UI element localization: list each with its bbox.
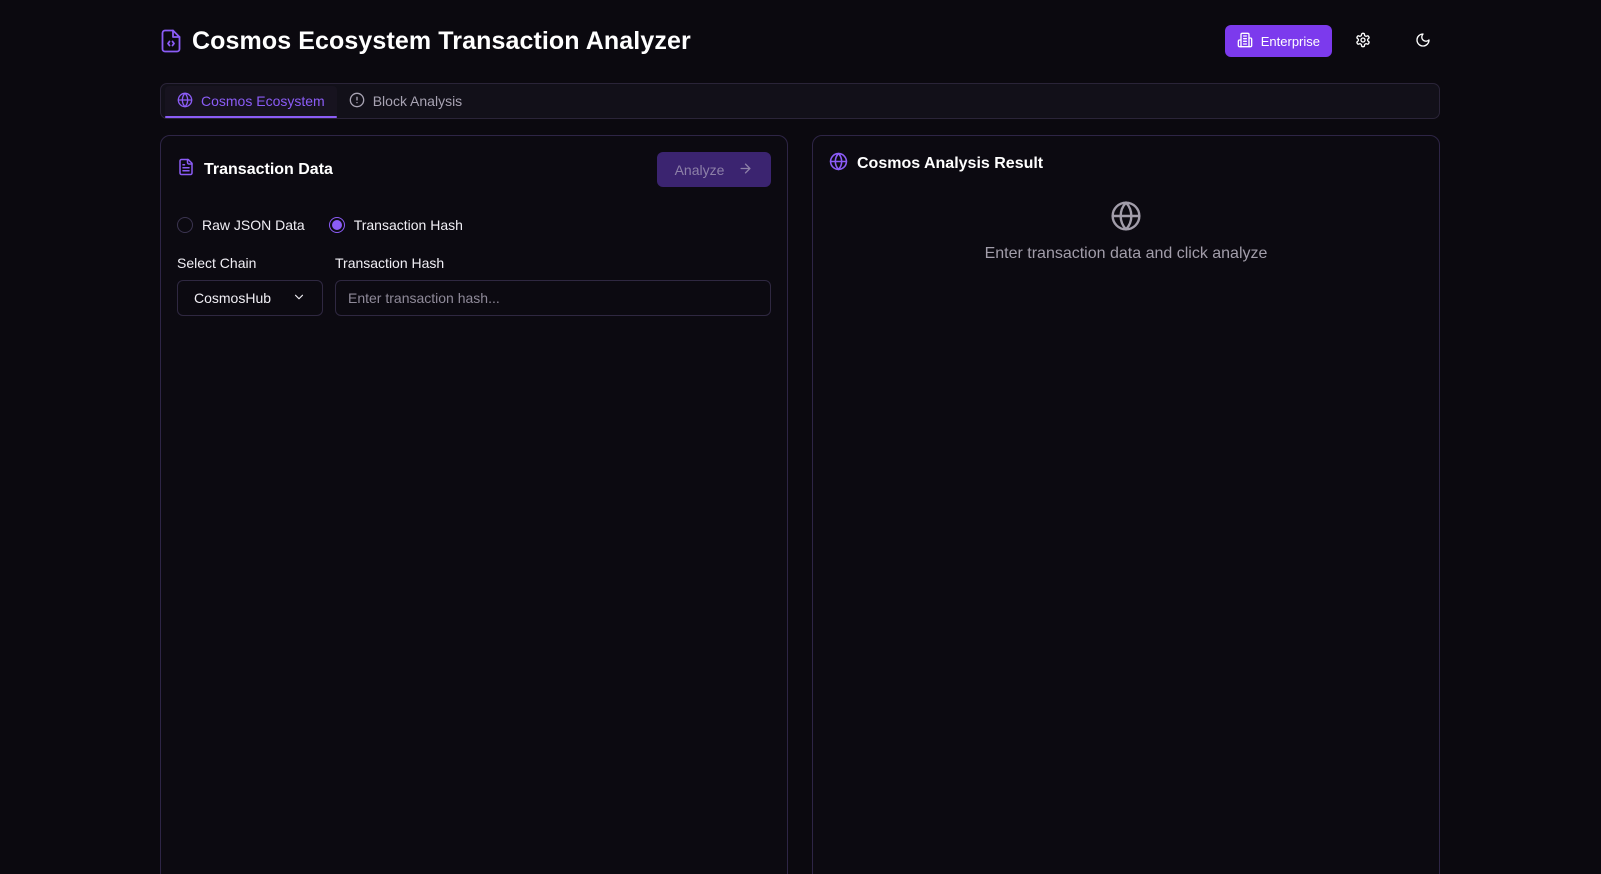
empty-state-message: Enter transaction data and click analyze bbox=[984, 245, 1268, 262]
globe-icon bbox=[829, 152, 848, 176]
radio-transaction-hash[interactable]: Transaction Hash bbox=[328, 217, 463, 233]
radio-raw-json[interactable]: Raw JSON Data bbox=[177, 217, 305, 233]
brand: Cosmos Ecosystem Transaction Analyzer bbox=[160, 27, 691, 56]
input-mode-radio-group: Raw JSON Data Transaction Hash bbox=[161, 187, 787, 233]
transaction-data-panel: Transaction Data Analyze Raw JSON Data T… bbox=[160, 135, 788, 874]
analyze-label: Analyze bbox=[674, 161, 725, 178]
radio-label: Transaction Hash bbox=[353, 217, 463, 233]
enterprise-button[interactable]: Enterprise bbox=[1224, 25, 1332, 57]
empty-state: Enter transaction data and click analyze bbox=[813, 200, 1439, 263]
settings-button[interactable] bbox=[1346, 24, 1380, 58]
tab-bar: Cosmos Ecosystem Block Analysis bbox=[160, 83, 1440, 119]
page-title: Cosmos Ecosystem Transaction Analyzer bbox=[192, 26, 691, 55]
app-header: Cosmos Ecosystem Transaction Analyzer En… bbox=[160, 22, 1440, 60]
file-code-icon bbox=[160, 28, 182, 54]
alert-circle-icon bbox=[349, 92, 365, 111]
panel-title: Transaction Data bbox=[177, 157, 333, 182]
radio-indicator[interactable] bbox=[328, 217, 345, 233]
moon-icon bbox=[1415, 32, 1431, 51]
globe-icon bbox=[177, 92, 193, 111]
tab-label: Block Analysis bbox=[372, 93, 463, 109]
panel-header: Cosmos Analysis Result bbox=[813, 136, 1439, 176]
tab-block-analysis[interactable]: Block Analysis bbox=[337, 86, 474, 116]
chain-field: Select Chain CosmosHub bbox=[177, 255, 323, 316]
panel-header: Transaction Data Analyze bbox=[161, 136, 787, 187]
panel-title-text: Cosmos Analysis Result bbox=[857, 155, 1044, 172]
app-root: Cosmos Ecosystem Transaction Analyzer En… bbox=[0, 0, 1601, 874]
chevron-down-icon bbox=[292, 290, 306, 307]
radio-label: Raw JSON Data bbox=[202, 217, 305, 233]
transaction-hash-input[interactable] bbox=[335, 280, 771, 316]
panel-title-text: Transaction Data bbox=[204, 160, 333, 178]
tab-label: Cosmos Ecosystem bbox=[201, 93, 325, 109]
gear-icon bbox=[1355, 32, 1371, 51]
analysis-result-panel: Cosmos Analysis Result Enter transaction… bbox=[812, 135, 1440, 874]
chain-label: Select Chain bbox=[177, 255, 257, 271]
arrow-right-icon bbox=[738, 161, 753, 179]
tab-cosmos-ecosystem[interactable]: Cosmos Ecosystem bbox=[165, 86, 337, 118]
analyze-button[interactable]: Analyze bbox=[657, 152, 771, 187]
input-fields: Select Chain CosmosHub Transaction Hash bbox=[161, 233, 787, 316]
hash-field: Transaction Hash bbox=[335, 255, 771, 316]
building-icon bbox=[1237, 32, 1253, 51]
theme-toggle-button[interactable] bbox=[1406, 24, 1440, 58]
chain-select[interactable]: CosmosHub bbox=[177, 280, 323, 316]
globe-icon bbox=[1110, 200, 1142, 237]
radio-indicator[interactable] bbox=[177, 217, 193, 233]
header-actions: Enterprise bbox=[1224, 24, 1440, 58]
enterprise-label: Enterprise bbox=[1260, 33, 1320, 49]
chain-select-value: CosmosHub bbox=[194, 290, 272, 306]
hash-label: Transaction Hash bbox=[335, 255, 445, 271]
file-text-icon bbox=[177, 157, 195, 182]
